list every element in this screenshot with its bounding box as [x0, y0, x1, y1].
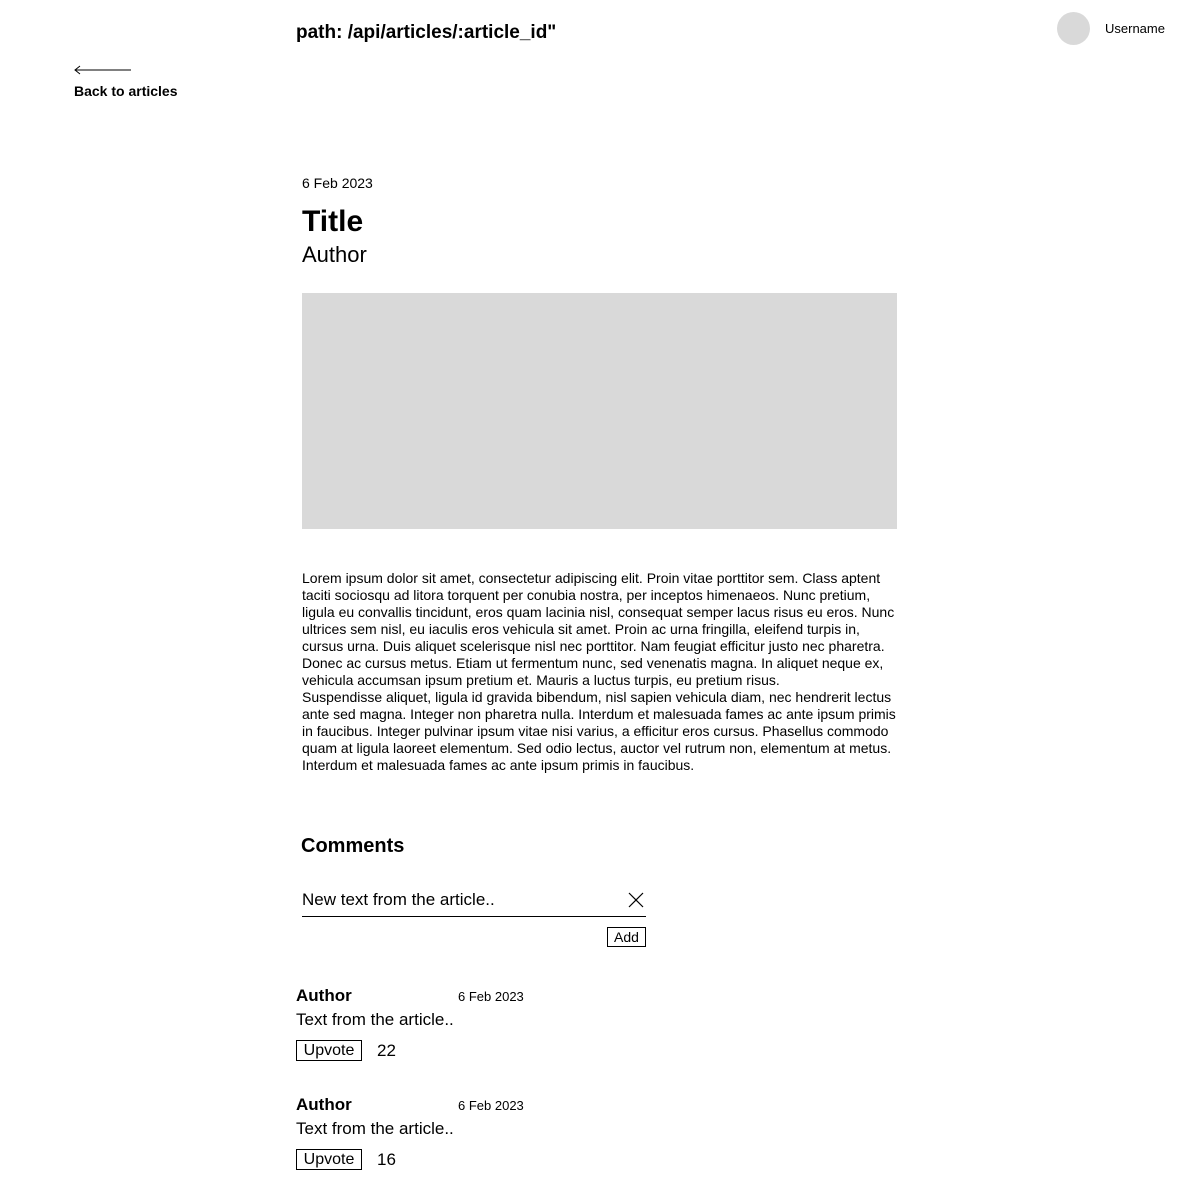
avatar[interactable]: [1057, 12, 1090, 45]
add-comment-button[interactable]: Add: [607, 927, 646, 947]
comment-item: Author 6 Feb 2023 Text from the article.…: [296, 1095, 696, 1185]
article-image-placeholder: [302, 293, 897, 529]
comment-input[interactable]: [302, 886, 612, 914]
article-paragraph: Lorem ipsum dolor sit amet, consectetur …: [302, 570, 895, 688]
article-paragraph: Suspendisse aliquet, ligula id gravida b…: [302, 689, 896, 773]
upvote-count: 22: [377, 1041, 396, 1060]
back-to-articles-link[interactable]: Back to articles: [74, 63, 178, 99]
comment-text: Text from the article..: [296, 1010, 454, 1029]
back-link-label: Back to articles: [74, 83, 178, 99]
comment-text: Text from the article..: [296, 1119, 454, 1138]
comment-input-field: [302, 886, 646, 917]
article-body: Lorem ipsum dolor sit amet, consectetur …: [302, 570, 900, 774]
comment-author: Author: [296, 1095, 352, 1114]
comment-date: 6 Feb 2023: [458, 1098, 524, 1113]
article-date: 6 Feb 2023: [302, 175, 373, 191]
route-path-label: path: /api/articles/:article_id": [296, 22, 557, 43]
username-label[interactable]: Username: [1105, 21, 1165, 36]
close-icon[interactable]: [628, 892, 644, 908]
comment-item: Author 6 Feb 2023 Text from the article.…: [296, 986, 696, 1076]
comments-heading: Comments: [301, 835, 405, 857]
comment-author: Author: [296, 986, 352, 1005]
article-title: Title: [302, 205, 364, 238]
article-author: Author: [302, 242, 367, 267]
comment-date: 6 Feb 2023: [458, 989, 524, 1004]
upvote-count: 16: [377, 1150, 396, 1169]
arrow-left-icon: [74, 65, 131, 75]
upvote-button[interactable]: Upvote: [296, 1040, 362, 1061]
upvote-button[interactable]: Upvote: [296, 1149, 362, 1170]
